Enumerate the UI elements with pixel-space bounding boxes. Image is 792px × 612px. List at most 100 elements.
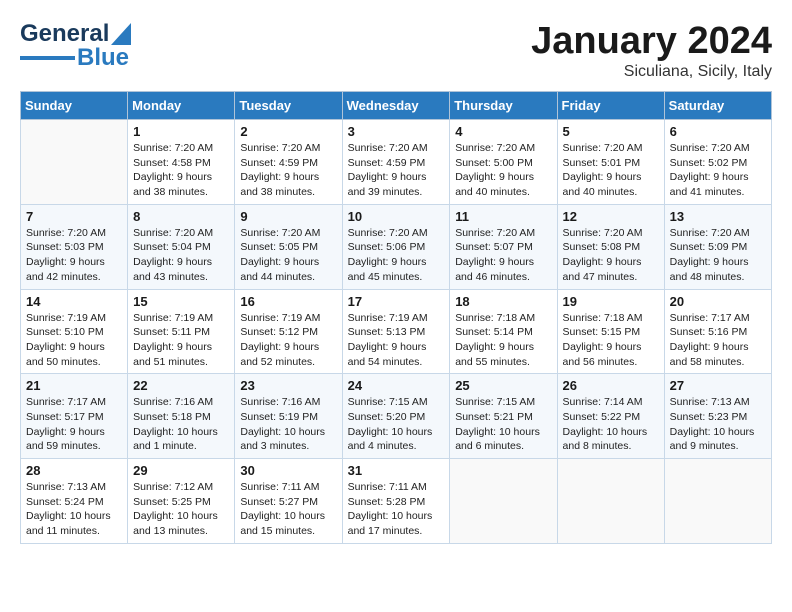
calendar-cell: 21 Sunrise: 7:17 AM Sunset: 5:17 PM Dayli… bbox=[21, 374, 128, 459]
day-number: 12 bbox=[563, 209, 659, 224]
day-info: Sunrise: 7:16 AM Sunset: 5:18 PM Dayligh… bbox=[133, 395, 229, 454]
logo: General Blue bbox=[20, 20, 131, 72]
day-info: Sunrise: 7:20 AM Sunset: 5:04 PM Dayligh… bbox=[133, 226, 229, 285]
calendar-cell: 9 Sunrise: 7:20 AM Sunset: 5:05 PM Daylig… bbox=[235, 204, 342, 289]
day-info: Sunrise: 7:20 AM Sunset: 5:00 PM Dayligh… bbox=[455, 141, 551, 200]
week-row-2: 7 Sunrise: 7:20 AM Sunset: 5:03 PM Daylig… bbox=[21, 204, 772, 289]
day-number: 4 bbox=[455, 124, 551, 139]
calendar-cell: 18Sunrise: 7:18 AM Sunset: 5:14 PM Dayli… bbox=[450, 289, 557, 374]
calendar-cell bbox=[664, 459, 771, 544]
day-number: 15 bbox=[133, 294, 229, 309]
day-info: Sunrise: 7:17 AM Sunset: 5:16 PM Dayligh… bbox=[670, 311, 766, 370]
day-number: 23 bbox=[240, 378, 336, 393]
calendar-cell bbox=[21, 120, 128, 205]
day-number: 17 bbox=[348, 294, 445, 309]
calendar-cell bbox=[557, 459, 664, 544]
calendar-body: 1 Sunrise: 7:20 AM Sunset: 4:58 PM Daylig… bbox=[21, 120, 772, 544]
day-info: Sunrise: 7:20 AM Sunset: 4:58 PM Dayligh… bbox=[133, 141, 229, 200]
day-info: Sunrise: 7:20 AM Sunset: 5:08 PM Dayligh… bbox=[563, 226, 659, 285]
day-number: 28 bbox=[26, 463, 122, 478]
logo-triangle-icon bbox=[111, 23, 131, 45]
day-number: 2 bbox=[240, 124, 336, 139]
calendar-cell: 8 Sunrise: 7:20 AM Sunset: 5:04 PM Daylig… bbox=[128, 204, 235, 289]
calendar-cell: 22 Sunrise: 7:16 AM Sunset: 5:18 PM Dayli… bbox=[128, 374, 235, 459]
calendar-cell: 2Sunrise: 7:20 AM Sunset: 4:59 PM Daylig… bbox=[235, 120, 342, 205]
day-number: 27 bbox=[670, 378, 766, 393]
month-title: January 2024 bbox=[531, 20, 772, 63]
calendar-header: SundayMondayTuesdayWednesdayThursdayFrid… bbox=[21, 92, 772, 120]
weekday-saturday: Saturday bbox=[664, 92, 771, 120]
day-number: 19 bbox=[563, 294, 659, 309]
calendar-cell: 30Sunrise: 7:11 AM Sunset: 5:27 PM Dayli… bbox=[235, 459, 342, 544]
day-number: 1 bbox=[133, 124, 229, 139]
weekday-wednesday: Wednesday bbox=[342, 92, 450, 120]
calendar-cell: 10 Sunrise: 7:20 AM Sunset: 5:06 PM Dayli… bbox=[342, 204, 450, 289]
day-info: Sunrise: 7:20 AM Sunset: 5:01 PM Dayligh… bbox=[563, 141, 659, 200]
calendar-cell: 6 Sunrise: 7:20 AM Sunset: 5:02 PM Daylig… bbox=[664, 120, 771, 205]
day-number: 11 bbox=[455, 209, 551, 224]
calendar-cell: 17 Sunrise: 7:19 AM Sunset: 5:13 PM Dayli… bbox=[342, 289, 450, 374]
calendar-cell: 13 Sunrise: 7:20 AM Sunset: 5:09 PM Dayli… bbox=[664, 204, 771, 289]
day-info: Sunrise: 7:20 AM Sunset: 5:02 PM Dayligh… bbox=[670, 141, 766, 200]
calendar-cell: 28 Sunrise: 7:13 AM Sunset: 5:24 PM Dayli… bbox=[21, 459, 128, 544]
day-info: Sunrise: 7:20 AM Sunset: 5:06 PM Dayligh… bbox=[348, 226, 445, 285]
calendar-cell: 15 Sunrise: 7:19 AM Sunset: 5:11 PM Dayli… bbox=[128, 289, 235, 374]
weekday-friday: Friday bbox=[557, 92, 664, 120]
week-row-1: 1 Sunrise: 7:20 AM Sunset: 4:58 PM Daylig… bbox=[21, 120, 772, 205]
weekday-sunday: Sunday bbox=[21, 92, 128, 120]
day-number: 13 bbox=[670, 209, 766, 224]
weekday-monday: Monday bbox=[128, 92, 235, 120]
calendar-cell: 14Sunrise: 7:19 AM Sunset: 5:10 PM Dayli… bbox=[21, 289, 128, 374]
calendar-cell: 19Sunrise: 7:18 AM Sunset: 5:15 PM Dayli… bbox=[557, 289, 664, 374]
week-row-3: 14Sunrise: 7:19 AM Sunset: 5:10 PM Dayli… bbox=[21, 289, 772, 374]
day-info: Sunrise: 7:13 AM Sunset: 5:24 PM Dayligh… bbox=[26, 480, 122, 539]
day-info: Sunrise: 7:15 AM Sunset: 5:21 PM Dayligh… bbox=[455, 395, 551, 454]
day-info: Sunrise: 7:20 AM Sunset: 5:05 PM Dayligh… bbox=[240, 226, 336, 285]
day-info: Sunrise: 7:19 AM Sunset: 5:11 PM Dayligh… bbox=[133, 311, 229, 370]
day-number: 14 bbox=[26, 294, 122, 309]
day-number: 16 bbox=[240, 294, 336, 309]
calendar-cell: 4 Sunrise: 7:20 AM Sunset: 5:00 PM Daylig… bbox=[450, 120, 557, 205]
day-number: 21 bbox=[26, 378, 122, 393]
calendar-table: SundayMondayTuesdayWednesdayThursdayFrid… bbox=[20, 91, 772, 544]
calendar-cell: 27 Sunrise: 7:13 AM Sunset: 5:23 PM Dayli… bbox=[664, 374, 771, 459]
day-number: 9 bbox=[240, 209, 336, 224]
location: Siculiana, Sicily, Italy bbox=[531, 63, 772, 81]
calendar-cell: 25Sunrise: 7:15 AM Sunset: 5:21 PM Dayli… bbox=[450, 374, 557, 459]
day-info: Sunrise: 7:17 AM Sunset: 5:17 PM Dayligh… bbox=[26, 395, 122, 454]
day-number: 30 bbox=[240, 463, 336, 478]
day-info: Sunrise: 7:13 AM Sunset: 5:23 PM Dayligh… bbox=[670, 395, 766, 454]
calendar-cell bbox=[450, 459, 557, 544]
day-info: Sunrise: 7:12 AM Sunset: 5:25 PM Dayligh… bbox=[133, 480, 229, 539]
calendar-cell: 12 Sunrise: 7:20 AM Sunset: 5:08 PM Dayli… bbox=[557, 204, 664, 289]
day-info: Sunrise: 7:15 AM Sunset: 5:20 PM Dayligh… bbox=[348, 395, 445, 454]
weekday-thursday: Thursday bbox=[450, 92, 557, 120]
calendar-cell: 7 Sunrise: 7:20 AM Sunset: 5:03 PM Daylig… bbox=[21, 204, 128, 289]
day-number: 29 bbox=[133, 463, 229, 478]
day-info: Sunrise: 7:20 AM Sunset: 4:59 PM Dayligh… bbox=[348, 141, 445, 200]
day-info: Sunrise: 7:20 AM Sunset: 5:03 PM Dayligh… bbox=[26, 226, 122, 285]
calendar-cell: 20Sunrise: 7:17 AM Sunset: 5:16 PM Dayli… bbox=[664, 289, 771, 374]
calendar-cell: 23 Sunrise: 7:16 AM Sunset: 5:19 PM Dayli… bbox=[235, 374, 342, 459]
day-info: Sunrise: 7:20 AM Sunset: 5:09 PM Dayligh… bbox=[670, 226, 766, 285]
day-number: 6 bbox=[670, 124, 766, 139]
title-block: January 2024 Siculiana, Sicily, Italy bbox=[531, 20, 772, 81]
day-number: 7 bbox=[26, 209, 122, 224]
day-info: Sunrise: 7:11 AM Sunset: 5:28 PM Dayligh… bbox=[348, 480, 445, 539]
day-info: Sunrise: 7:19 AM Sunset: 5:13 PM Dayligh… bbox=[348, 311, 445, 370]
calendar-cell: 1 Sunrise: 7:20 AM Sunset: 4:58 PM Daylig… bbox=[128, 120, 235, 205]
day-number: 26 bbox=[563, 378, 659, 393]
day-info: Sunrise: 7:20 AM Sunset: 5:07 PM Dayligh… bbox=[455, 226, 551, 285]
day-info: Sunrise: 7:19 AM Sunset: 5:12 PM Dayligh… bbox=[240, 311, 336, 370]
calendar-cell: 29 Sunrise: 7:12 AM Sunset: 5:25 PM Dayli… bbox=[128, 459, 235, 544]
day-number: 3 bbox=[348, 124, 445, 139]
day-number: 18 bbox=[455, 294, 551, 309]
day-info: Sunrise: 7:16 AM Sunset: 5:19 PM Dayligh… bbox=[240, 395, 336, 454]
week-row-5: 28 Sunrise: 7:13 AM Sunset: 5:24 PM Dayli… bbox=[21, 459, 772, 544]
day-number: 10 bbox=[348, 209, 445, 224]
day-number: 8 bbox=[133, 209, 229, 224]
week-row-4: 21 Sunrise: 7:17 AM Sunset: 5:17 PM Dayli… bbox=[21, 374, 772, 459]
logo-text-blue: Blue bbox=[77, 44, 129, 72]
day-number: 22 bbox=[133, 378, 229, 393]
weekday-tuesday: Tuesday bbox=[235, 92, 342, 120]
